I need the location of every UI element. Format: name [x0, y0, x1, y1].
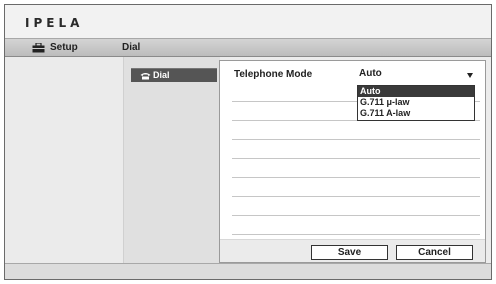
- breadcrumb: Dial: [122, 42, 141, 53]
- app-window: IPELA Setup Dial Dial Telephone Mode Aut…: [4, 4, 492, 280]
- button-bar: Save Cancel: [220, 239, 485, 262]
- telephone-mode-select[interactable]: Auto: [358, 67, 476, 81]
- settings-row: [232, 140, 480, 159]
- setup-menu[interactable]: Setup: [50, 42, 78, 53]
- nav-item-dial[interactable]: Dial: [131, 68, 217, 82]
- toolbox-icon: [32, 43, 45, 53]
- header-bar: Setup Dial: [5, 38, 491, 57]
- save-button[interactable]: Save: [311, 245, 388, 260]
- phone-icon: [140, 73, 151, 80]
- telephone-mode-dropdown: Auto G.711 μ-law G.711 A-law: [357, 85, 475, 121]
- settings-panel: Telephone Mode Auto Auto G.711 μ-law G.7…: [219, 60, 486, 263]
- cancel-button[interactable]: Cancel: [396, 245, 473, 260]
- settings-row: [232, 197, 480, 216]
- sub-nav: [124, 57, 220, 263]
- settings-row: [232, 216, 480, 235]
- settings-row: [232, 178, 480, 197]
- select-value: Auto: [359, 68, 382, 79]
- dropdown-option-g711-alaw[interactable]: G.711 A-law: [358, 108, 474, 119]
- telephone-mode-label: Telephone Mode: [234, 69, 313, 80]
- dropdown-option-g711-ulaw[interactable]: G.711 μ-law: [358, 97, 474, 108]
- ipela-logo: IPELA: [25, 16, 84, 30]
- status-bar: [5, 263, 491, 279]
- chevron-down-icon[interactable]: [467, 73, 473, 78]
- sidebar: [5, 57, 124, 263]
- logo-bar: IPELA: [5, 5, 491, 38]
- settings-row: [232, 121, 480, 140]
- dropdown-option-auto[interactable]: Auto: [358, 86, 474, 97]
- settings-row: [232, 159, 480, 178]
- nav-item-label: Dial: [153, 70, 170, 80]
